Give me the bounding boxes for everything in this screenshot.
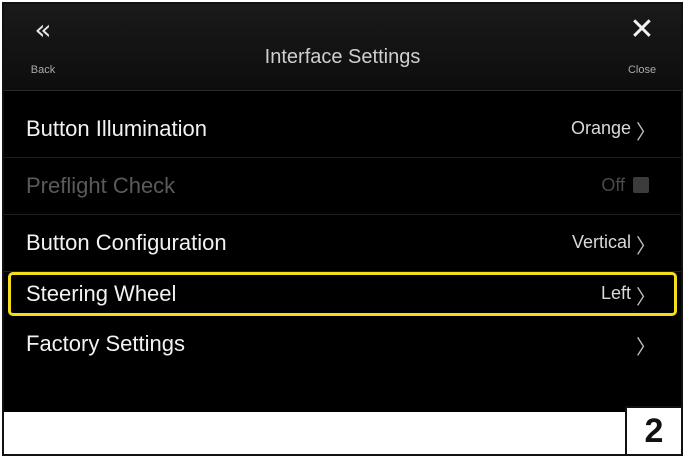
device-screen: « Back Interface Settings ✕ Close Button… — [4, 4, 681, 412]
setting-value: Left — [600, 283, 631, 303]
setting-label: Steering Wheel — [26, 281, 177, 306]
setting-row-preflight-check: Preflight Check Off — [4, 158, 681, 215]
setting-row-factory-settings[interactable]: Factory Settings 〉 — [4, 316, 681, 372]
setting-row-button-configuration[interactable]: Button Configuration Vertical 〉 — [4, 215, 681, 272]
back-button[interactable]: « Back — [8, 10, 78, 86]
back-label: Back — [30, 64, 56, 76]
setting-label: Button Configuration — [26, 230, 227, 255]
chevron-right-icon: 〉 — [636, 236, 656, 258]
close-label: Close — [627, 64, 657, 76]
chevron-right-icon: 〉 — [636, 122, 656, 144]
settings-list: Button Illumination Orange 〉 Preflight C… — [4, 101, 681, 372]
step-number-badge: 2 — [625, 406, 681, 454]
page-title: Interface Settings — [264, 46, 421, 68]
setting-value: Vertical — [571, 232, 631, 252]
chevron-right-icon: 〉 — [636, 337, 656, 359]
setting-row-button-illumination[interactable]: Button Illumination Orange 〉 — [4, 101, 681, 158]
setting-value: Orange — [570, 118, 631, 138]
figure-frame: « Back Interface Settings ✕ Close Button… — [2, 2, 683, 456]
setting-label: Factory Settings — [26, 331, 185, 356]
toggle-switch — [633, 177, 649, 193]
setting-row-steering-wheel[interactable]: Steering Wheel Left 〉 — [8, 272, 677, 316]
setting-value: Off — [601, 175, 625, 195]
double-chevron-left-icon: « — [34, 13, 52, 46]
chevron-right-icon: 〉 — [636, 287, 656, 309]
close-button[interactable]: ✕ Close — [607, 10, 677, 86]
setting-label: Button Illumination — [26, 116, 207, 141]
close-icon: ✕ — [629, 12, 655, 47]
header-bar: « Back Interface Settings ✕ Close — [4, 4, 681, 91]
setting-label: Preflight Check — [26, 173, 176, 198]
